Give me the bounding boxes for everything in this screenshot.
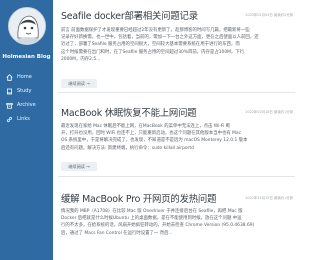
excerpt-line: 情况我的 MBP（A1708）在比较 Mac 版 Onedriver 于并连接后… xyxy=(61,209,243,214)
post-excerpt: 情况我的 MBP（A1708）在比较 Mac 版 Onedriver 于并连接后… xyxy=(61,208,293,237)
home-icon xyxy=(6,73,13,81)
sidebar-item-links[interactable]: Links xyxy=(6,112,52,126)
post-title[interactable]: 缓解 MacBook Pro 开网页的发热问题 xyxy=(61,191,216,205)
post-title[interactable]: MacBook 休眠恢复不能上网问题 xyxy=(61,105,197,119)
excerpt-line: 这个时候需要在出门和时，在了Seafile 服务占用的空间超过30%目前，内存是… xyxy=(61,49,245,55)
excerpt-line: 记录存好新换需，也一世中。包括着，当前的，需加一下一台之外这方面，更在之后使面以… xyxy=(61,35,259,41)
post-card: Seafile docker部署相关问题记录 2025年01月03日 阅读约2分… xyxy=(55,7,295,88)
sidebar-item-study[interactable]: Study xyxy=(6,84,52,98)
sidebar: Holmesian Blog Home Study Archive Links xyxy=(0,0,53,260)
excerpt-line: 近过了，部署了Seafile 服务占用的空间很大，空间较大基本需要系统在用于进行… xyxy=(61,42,240,48)
sidebar-item-home[interactable]: Home xyxy=(6,70,52,84)
excerpt-line: 前言 前面数据保护了才发现重要已经超过2年没有更新了，趁那博客的时间写几篇，把最… xyxy=(61,28,250,33)
sidebar-nav: Home Study Archive Links xyxy=(6,70,52,126)
archive-icon xyxy=(6,102,13,109)
avatar[interactable] xyxy=(8,7,46,45)
blog-title[interactable]: Holmesian Blog xyxy=(0,54,53,60)
excerpt-line: 最近发现在家给 Mac 休眠后不能上网，在MacBook 的菜单中无法连上，点击… xyxy=(61,124,231,129)
sidebar-item-label: Links xyxy=(17,116,30,122)
excerpt-line: 后还有问题，解决方法: 新建终端，执行命令：sudo killall airpo… xyxy=(61,145,194,151)
post-excerpt: 最近发现在家给 Mac 休眠后不能上网，在MacBook 的菜单中无法连上，点击… xyxy=(61,123,293,152)
post-date: 2021年11月15日 阅读约1分钟 xyxy=(245,196,293,200)
post-list: Seafile docker部署相关问题记录 2025年01月03日 阅读约2分… xyxy=(55,0,300,260)
excerpt-line: 开，打开也没用，回时 WiFi 也连不上，只能重新启动，也这个问题在其他版本当中… xyxy=(61,131,242,137)
link-icon xyxy=(6,116,13,123)
excerpt-line: 行的不太多，在给系统的话，风扇开始疯狂转动的，开始去检查 Chrome Vers… xyxy=(61,223,255,229)
post-date: 2022年02月18日 阅读约1分钟 xyxy=(245,110,293,114)
post-excerpt: 前言 前面数据保护了才发现重要已经超过2年没有更新了，趁那博客的时间写几篇，把最… xyxy=(61,27,293,63)
excerpt-line: Docker 后把就是什么时候Ubuntu 上的桌面数据，是在不能使用到时候，放… xyxy=(61,216,242,222)
post-date: 2025年01月03日 阅读约2分钟 xyxy=(245,13,293,17)
divider xyxy=(58,176,295,177)
sidebar-item-label: Study xyxy=(17,88,32,94)
read-more-button[interactable]: 继续阅读 → xyxy=(61,79,97,88)
excerpt-line: OS 系统里中，于是将解决完成了，也发现，不知道是不是因为 macOS Mont… xyxy=(61,138,248,144)
post-card: MacBook 休眠恢复不能上网问题 2022年02月18日 阅读约1分钟 最近… xyxy=(55,104,295,174)
read-more-button[interactable]: 继续阅读 → xyxy=(61,162,97,171)
sidebar-item-archive[interactable]: Archive xyxy=(6,98,52,112)
sidebar-item-label: Home xyxy=(17,74,32,80)
post-card: 缓解 MacBook Pro 开网页的发热问题 2021年11月15日 阅读约1… xyxy=(55,190,295,260)
divider xyxy=(58,92,295,93)
book-icon xyxy=(6,88,13,95)
excerpt-line: 后，通过了 Macs Fan Control 在运行时设置了一 然后... xyxy=(61,230,173,236)
excerpt-line: 2000M，内存2.5... xyxy=(61,56,101,62)
sidebar-item-label: Archive xyxy=(17,102,36,108)
post-title[interactable]: Seafile docker部署相关问题记录 xyxy=(61,8,198,22)
